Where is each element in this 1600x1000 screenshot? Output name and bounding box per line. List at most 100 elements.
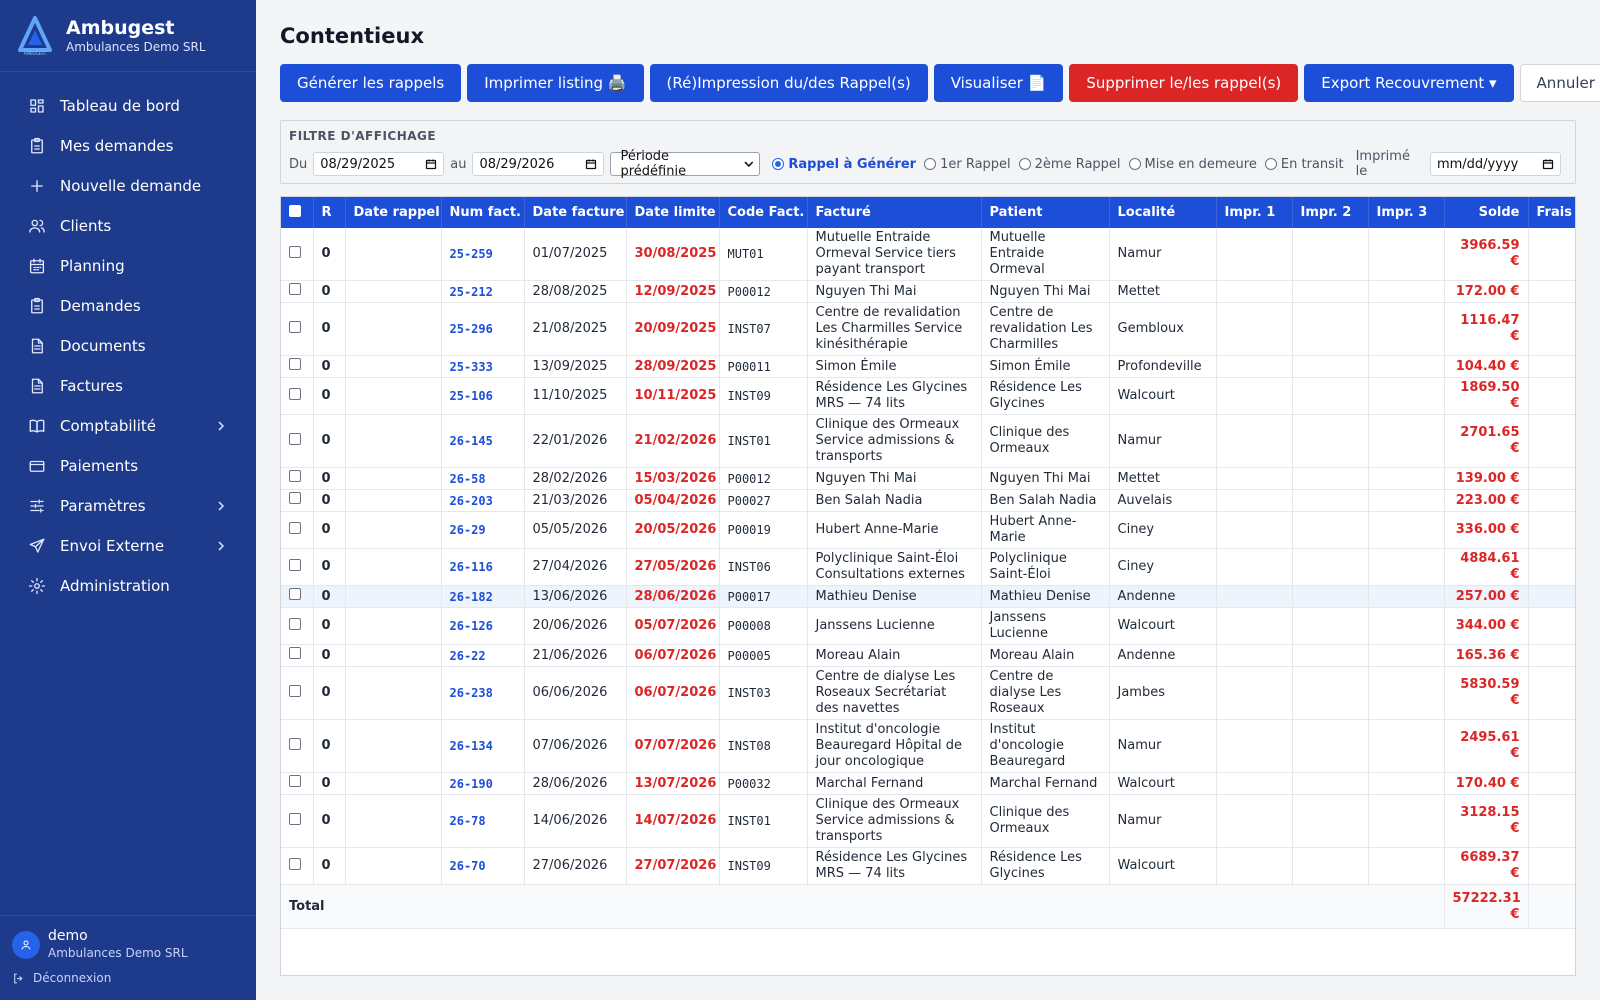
row-checkbox[interactable] <box>289 775 301 787</box>
sidebar-item-factures[interactable]: Factures <box>0 366 256 406</box>
generate-reminders-button[interactable]: Générer les rappels <box>280 64 462 102</box>
sidebar-item-planning[interactable]: Planning <box>0 246 256 286</box>
invoice-number-link[interactable]: 26-29 <box>441 511 525 549</box>
sidebar-item-paiements[interactable]: Paiements <box>0 446 256 486</box>
row-checkbox[interactable] <box>289 387 301 400</box>
table-row[interactable]: 0 26-78 14/06/2026 14/07/2026 INST01 Clinique… <box>281 794 1575 848</box>
invoice-number-link[interactable]: 25-333 <box>441 355 525 378</box>
from-date-input[interactable]: 08/29/2025 <box>313 152 445 176</box>
row-checkbox[interactable] <box>289 470 301 482</box>
column-header-solde[interactable]: Solde <box>1444 197 1529 228</box>
invoice-number-link[interactable]: 25-106 <box>441 377 525 415</box>
sidebar-item-nouvelle-demande[interactable]: Nouvelle demande <box>0 166 256 206</box>
table-row[interactable]: 0 26-134 07/06/2026 07/07/2026 INST08 Institu… <box>281 719 1575 773</box>
to-date-input[interactable]: 08/29/2026 <box>472 152 604 176</box>
sidebar-item-clients[interactable]: Clients <box>0 206 256 246</box>
row-checkbox[interactable] <box>289 558 301 571</box>
row-checkbox[interactable] <box>289 283 301 295</box>
row-checkbox[interactable] <box>289 617 301 630</box>
column-header-code-fact[interactable]: Code Fact. <box>719 197 808 228</box>
row-checkbox[interactable] <box>289 245 301 258</box>
radio-label: Rappel à Générer <box>788 156 917 172</box>
table-row[interactable]: 0 26-22 21/06/2026 06/07/2026 P00005 Moreau A… <box>281 644 1575 667</box>
table-row[interactable]: 0 25-106 11/10/2025 10/11/2025 INST09 Résiden… <box>281 377 1575 415</box>
print-listing-button[interactable]: Imprimer listing 🖨️ <box>467 64 644 102</box>
row-checkbox[interactable] <box>289 737 301 750</box>
invoice-number-link[interactable]: 26-182 <box>441 585 525 608</box>
sidebar-item-envoi-externe[interactable]: Envoi Externe <box>0 526 256 566</box>
cancel-button[interactable]: Annuler (ESC) <box>1519 64 1600 102</box>
column-header-date-limite[interactable]: Date limite <box>626 197 720 228</box>
invoice-number-link[interactable]: 26-116 <box>441 548 525 586</box>
table-row[interactable]: 0 26-190 28/06/2026 13/07/2026 P00032 Marchal… <box>281 772 1575 795</box>
sidebar-item-documents[interactable]: Documents <box>0 326 256 366</box>
export-recovery-button[interactable]: Export Recouvrement ▾ <box>1304 64 1514 102</box>
invoice-number-link[interactable]: 26-145 <box>441 414 525 468</box>
column-header-num-fact[interactable]: Num fact. <box>441 197 525 228</box>
row-checkbox[interactable] <box>289 320 301 333</box>
table-row[interactable]: 0 26-70 27/06/2026 27/07/2026 INST09 Résidenc… <box>281 847 1575 885</box>
row-checkbox[interactable] <box>289 432 301 445</box>
radio-mise-en-demeure[interactable]: Mise en demeure <box>1128 157 1257 172</box>
column-header-frais[interactable]: Frais <box>1528 197 1575 228</box>
table-row[interactable]: 0 26-238 06/06/2026 06/07/2026 INST03 Centre … <box>281 666 1575 720</box>
visualize-button[interactable]: Visualiser 📄 <box>933 64 1064 102</box>
column-header-date-facture[interactable]: Date facture <box>524 197 627 228</box>
invoice-number-link[interactable]: 25-259 <box>441 228 525 281</box>
radio-en-transit[interactable]: En transit <box>1264 157 1344 172</box>
column-header-r[interactable]: R <box>313 197 346 228</box>
column-header-impr-2[interactable]: Impr. 2 <box>1292 197 1369 228</box>
row-checkbox[interactable] <box>289 492 301 504</box>
invoice-number-link[interactable]: 26-70 <box>441 847 525 885</box>
table-row[interactable]: 0 25-333 13/09/2025 28/09/2025 P00011 Simon É… <box>281 355 1575 378</box>
invoice-number-link[interactable]: 26-203 <box>441 489 525 512</box>
printed-on-date-input[interactable]: mm/dd/yyyy <box>1429 152 1561 176</box>
table-row[interactable]: 0 26-58 28/02/2026 15/03/2026 P00012 Nguyen T… <box>281 467 1575 490</box>
invoice-number-link[interactable]: 25-212 <box>441 280 525 303</box>
sidebar-item-comptabilite[interactable]: Comptabilité <box>0 406 256 446</box>
invoice-number-link[interactable]: 25-296 <box>441 302 525 356</box>
table-row[interactable]: 0 26-116 27/04/2026 27/05/2026 INST06 Polycli… <box>281 548 1575 586</box>
invoice-number-link[interactable]: 26-22 <box>441 644 525 667</box>
row-checkbox[interactable] <box>289 647 301 659</box>
column-header-date-rappel[interactable]: Date rappel <box>345 197 442 228</box>
invoice-number-link[interactable]: 26-190 <box>441 772 525 795</box>
radio-1er-rappel[interactable]: 1er Rappel <box>924 157 1011 172</box>
sidebar-item-mes-demandes[interactable]: Mes demandes <box>0 126 256 166</box>
invoice-number-link[interactable]: 26-134 <box>441 719 525 773</box>
column-header-impr-1[interactable]: Impr. 1 <box>1216 197 1293 228</box>
column-header-patient[interactable]: Patient <box>981 197 1110 228</box>
invoice-number-link[interactable]: 26-58 <box>441 467 525 490</box>
invoice-number-link[interactable]: 26-238 <box>441 666 525 720</box>
column-header-impr-3[interactable]: Impr. 3 <box>1368 197 1445 228</box>
sidebar-item-demandes[interactable]: Demandes <box>0 286 256 326</box>
row-checkbox[interactable] <box>289 684 301 697</box>
column-header-localite[interactable]: Localité <box>1109 197 1217 228</box>
table-row[interactable]: 0 26-29 05/05/2026 20/05/2026 P00019 Hubert A… <box>281 511 1575 549</box>
table-row[interactable]: 0 26-182 13/06/2026 28/06/2026 P00017 Mathieu… <box>281 585 1575 608</box>
radio-2eme-rappel[interactable]: 2ème Rappel <box>1018 157 1121 172</box>
row-checkbox[interactable] <box>289 521 301 534</box>
reprint-reminders-button[interactable]: (Ré)Impression du/des Rappel(s) <box>649 64 928 102</box>
table-row[interactable]: 0 25-259 01/07/2025 30/08/2025 MUT01 Mutuelle… <box>281 228 1575 281</box>
select-all-checkbox[interactable] <box>289 204 301 217</box>
delete-reminders-button[interactable]: Supprimer le/les rappel(s) <box>1069 64 1299 102</box>
invoice-number-link[interactable]: 26-78 <box>441 794 525 848</box>
table-row[interactable]: 0 25-296 21/08/2025 20/09/2025 INST07 Centre … <box>281 302 1575 356</box>
sidebar-item-tableau-de-bord[interactable]: Tableau de bord <box>0 86 256 126</box>
sidebar-item-parametres[interactable]: Paramètres <box>0 486 256 526</box>
period-select[interactable]: Période prédéfinie <box>609 149 761 179</box>
table-row[interactable]: 0 25-212 28/08/2025 12/09/2025 P00012 Nguyen … <box>281 280 1575 303</box>
table-row[interactable]: 0 26-126 20/06/2026 05/07/2026 P00008 Janssen… <box>281 607 1575 645</box>
table-row[interactable]: 0 26-145 22/01/2026 21/02/2026 INST01 Cliniqu… <box>281 414 1575 468</box>
row-checkbox[interactable] <box>289 857 301 870</box>
row-checkbox[interactable] <box>289 588 301 600</box>
radio-rappel-a-generer[interactable]: Rappel à Générer <box>772 157 916 172</box>
row-checkbox[interactable] <box>289 812 301 825</box>
table-row[interactable]: 0 26-203 21/03/2026 05/04/2026 P00027 Ben Sal… <box>281 489 1575 512</box>
row-checkbox[interactable] <box>289 358 301 370</box>
logout-link[interactable]: Déconnexion <box>12 971 244 985</box>
sidebar-item-administration[interactable]: Administration <box>0 566 256 606</box>
column-header-facture[interactable]: Facturé <box>807 197 982 228</box>
invoice-number-link[interactable]: 26-126 <box>441 607 525 645</box>
